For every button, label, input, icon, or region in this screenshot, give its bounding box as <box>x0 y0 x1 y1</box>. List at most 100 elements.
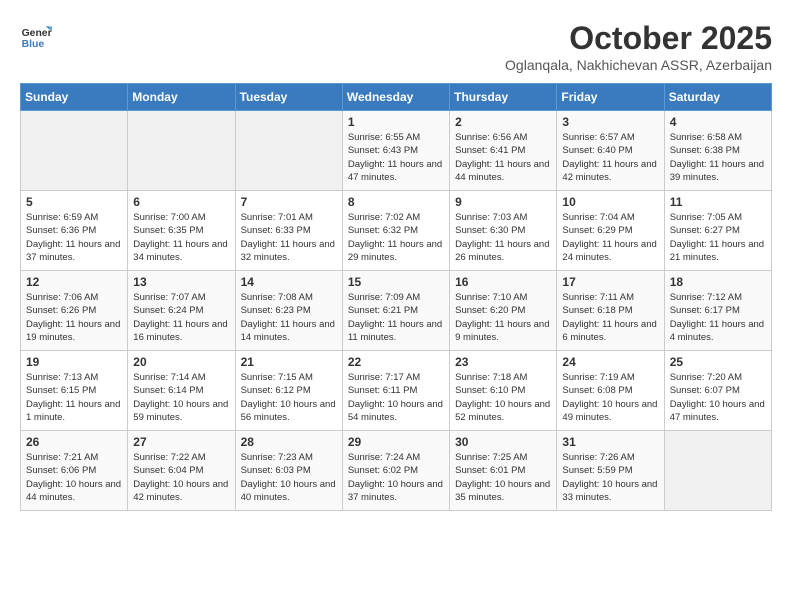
day-info: Sunrise: 6:58 AM Sunset: 6:38 PM Dayligh… <box>670 131 766 184</box>
daylight-text: Daylight: 10 hours and 47 minutes. <box>670 399 765 423</box>
sunset-text: Sunset: 6:43 PM <box>348 145 418 156</box>
day-number: 30 <box>455 435 551 449</box>
daylight-text: Daylight: 11 hours and 11 minutes. <box>348 319 442 343</box>
day-info: Sunrise: 7:12 AM Sunset: 6:17 PM Dayligh… <box>670 291 766 344</box>
sunset-text: Sunset: 6:01 PM <box>455 465 525 476</box>
day-info: Sunrise: 7:11 AM Sunset: 6:18 PM Dayligh… <box>562 291 658 344</box>
sunrise-text: Sunrise: 7:01 AM <box>241 212 313 223</box>
day-info: Sunrise: 6:56 AM Sunset: 6:41 PM Dayligh… <box>455 131 551 184</box>
day-info: Sunrise: 7:06 AM Sunset: 6:26 PM Dayligh… <box>26 291 122 344</box>
day-info: Sunrise: 6:59 AM Sunset: 6:36 PM Dayligh… <box>26 211 122 264</box>
sunrise-text: Sunrise: 7:24 AM <box>348 452 420 463</box>
logo-icon: General Blue <box>20 20 52 52</box>
sunset-text: Sunset: 6:35 PM <box>133 225 203 236</box>
week-row-1: 1 Sunrise: 6:55 AM Sunset: 6:43 PM Dayli… <box>21 111 772 191</box>
sunrise-text: Sunrise: 6:58 AM <box>670 132 742 143</box>
daylight-text: Daylight: 10 hours and 37 minutes. <box>348 479 443 503</box>
sunset-text: Sunset: 6:29 PM <box>562 225 632 236</box>
sunset-text: Sunset: 6:30 PM <box>455 225 525 236</box>
day-number: 18 <box>670 275 766 289</box>
sunrise-text: Sunrise: 7:06 AM <box>26 292 98 303</box>
daylight-text: Daylight: 11 hours and 14 minutes. <box>241 319 335 343</box>
sunrise-text: Sunrise: 7:03 AM <box>455 212 527 223</box>
logo: General Blue <box>20 20 52 52</box>
sunset-text: Sunset: 6:10 PM <box>455 385 525 396</box>
sunset-text: Sunset: 6:15 PM <box>26 385 96 396</box>
sunrise-text: Sunrise: 7:18 AM <box>455 372 527 383</box>
day-info: Sunrise: 6:55 AM Sunset: 6:43 PM Dayligh… <box>348 131 444 184</box>
day-info: Sunrise: 7:07 AM Sunset: 6:24 PM Dayligh… <box>133 291 229 344</box>
subtitle: Oglanqala, Nakhichevan ASSR, Azerbaijan <box>505 57 772 73</box>
sunset-text: Sunset: 6:18 PM <box>562 305 632 316</box>
calendar-cell: 2 Sunrise: 6:56 AM Sunset: 6:41 PM Dayli… <box>450 111 557 191</box>
calendar-cell: 29 Sunrise: 7:24 AM Sunset: 6:02 PM Dayl… <box>342 431 449 511</box>
calendar-table: SundayMondayTuesdayWednesdayThursdayFrid… <box>20 83 772 511</box>
daylight-text: Daylight: 11 hours and 32 minutes. <box>241 239 335 263</box>
day-info: Sunrise: 7:15 AM Sunset: 6:12 PM Dayligh… <box>241 371 337 424</box>
daylight-text: Daylight: 10 hours and 59 minutes. <box>133 399 228 423</box>
sunset-text: Sunset: 6:07 PM <box>670 385 740 396</box>
day-info: Sunrise: 7:10 AM Sunset: 6:20 PM Dayligh… <box>455 291 551 344</box>
day-info: Sunrise: 7:22 AM Sunset: 6:04 PM Dayligh… <box>133 451 229 504</box>
sunrise-text: Sunrise: 7:20 AM <box>670 372 742 383</box>
calendar-cell: 8 Sunrise: 7:02 AM Sunset: 6:32 PM Dayli… <box>342 191 449 271</box>
sunrise-text: Sunrise: 7:25 AM <box>455 452 527 463</box>
calendar-cell: 26 Sunrise: 7:21 AM Sunset: 6:06 PM Dayl… <box>21 431 128 511</box>
weekday-header-thursday: Thursday <box>450 84 557 111</box>
daylight-text: Daylight: 11 hours and 37 minutes. <box>26 239 120 263</box>
sunrise-text: Sunrise: 7:07 AM <box>133 292 205 303</box>
calendar-cell: 30 Sunrise: 7:25 AM Sunset: 6:01 PM Dayl… <box>450 431 557 511</box>
day-number: 31 <box>562 435 658 449</box>
daylight-text: Daylight: 11 hours and 16 minutes. <box>133 319 227 343</box>
daylight-text: Daylight: 11 hours and 42 minutes. <box>562 159 656 183</box>
calendar-cell: 4 Sunrise: 6:58 AM Sunset: 6:38 PM Dayli… <box>664 111 771 191</box>
calendar-cell: 21 Sunrise: 7:15 AM Sunset: 6:12 PM Dayl… <box>235 351 342 431</box>
day-info: Sunrise: 7:21 AM Sunset: 6:06 PM Dayligh… <box>26 451 122 504</box>
daylight-text: Daylight: 11 hours and 4 minutes. <box>670 319 764 343</box>
calendar-cell: 16 Sunrise: 7:10 AM Sunset: 6:20 PM Dayl… <box>450 271 557 351</box>
daylight-text: Daylight: 10 hours and 44 minutes. <box>26 479 121 503</box>
daylight-text: Daylight: 11 hours and 44 minutes. <box>455 159 549 183</box>
sunrise-text: Sunrise: 7:10 AM <box>455 292 527 303</box>
day-info: Sunrise: 7:03 AM Sunset: 6:30 PM Dayligh… <box>455 211 551 264</box>
daylight-text: Daylight: 11 hours and 1 minute. <box>26 399 120 423</box>
day-number: 6 <box>133 195 229 209</box>
weekday-header-saturday: Saturday <box>664 84 771 111</box>
sunrise-text: Sunrise: 7:17 AM <box>348 372 420 383</box>
day-info: Sunrise: 7:09 AM Sunset: 6:21 PM Dayligh… <box>348 291 444 344</box>
day-number: 29 <box>348 435 444 449</box>
header: General Blue October 2025 Oglanqala, Nak… <box>20 20 772 73</box>
daylight-text: Daylight: 11 hours and 26 minutes. <box>455 239 549 263</box>
sunset-text: Sunset: 6:08 PM <box>562 385 632 396</box>
sunrise-text: Sunrise: 7:21 AM <box>26 452 98 463</box>
calendar-cell: 17 Sunrise: 7:11 AM Sunset: 6:18 PM Dayl… <box>557 271 664 351</box>
sunset-text: Sunset: 6:41 PM <box>455 145 525 156</box>
daylight-text: Daylight: 11 hours and 21 minutes. <box>670 239 764 263</box>
daylight-text: Daylight: 10 hours and 56 minutes. <box>241 399 336 423</box>
day-number: 16 <box>455 275 551 289</box>
day-info: Sunrise: 7:08 AM Sunset: 6:23 PM Dayligh… <box>241 291 337 344</box>
sunrise-text: Sunrise: 6:56 AM <box>455 132 527 143</box>
calendar-cell <box>235 111 342 191</box>
day-info: Sunrise: 7:18 AM Sunset: 6:10 PM Dayligh… <box>455 371 551 424</box>
day-info: Sunrise: 7:00 AM Sunset: 6:35 PM Dayligh… <box>133 211 229 264</box>
calendar-cell: 12 Sunrise: 7:06 AM Sunset: 6:26 PM Dayl… <box>21 271 128 351</box>
sunset-text: Sunset: 6:33 PM <box>241 225 311 236</box>
sunset-text: Sunset: 6:40 PM <box>562 145 632 156</box>
sunset-text: Sunset: 6:24 PM <box>133 305 203 316</box>
daylight-text: Daylight: 11 hours and 6 minutes. <box>562 319 656 343</box>
day-number: 14 <box>241 275 337 289</box>
day-number: 7 <box>241 195 337 209</box>
sunrise-text: Sunrise: 7:11 AM <box>562 292 634 303</box>
sunset-text: Sunset: 6:38 PM <box>670 145 740 156</box>
daylight-text: Daylight: 11 hours and 34 minutes. <box>133 239 227 263</box>
weekday-header-tuesday: Tuesday <box>235 84 342 111</box>
day-number: 5 <box>26 195 122 209</box>
day-number: 1 <box>348 115 444 129</box>
calendar-cell: 9 Sunrise: 7:03 AM Sunset: 6:30 PM Dayli… <box>450 191 557 271</box>
daylight-text: Daylight: 10 hours and 52 minutes. <box>455 399 550 423</box>
day-number: 8 <box>348 195 444 209</box>
sunrise-text: Sunrise: 7:00 AM <box>133 212 205 223</box>
calendar-cell: 27 Sunrise: 7:22 AM Sunset: 6:04 PM Dayl… <box>128 431 235 511</box>
day-number: 4 <box>670 115 766 129</box>
